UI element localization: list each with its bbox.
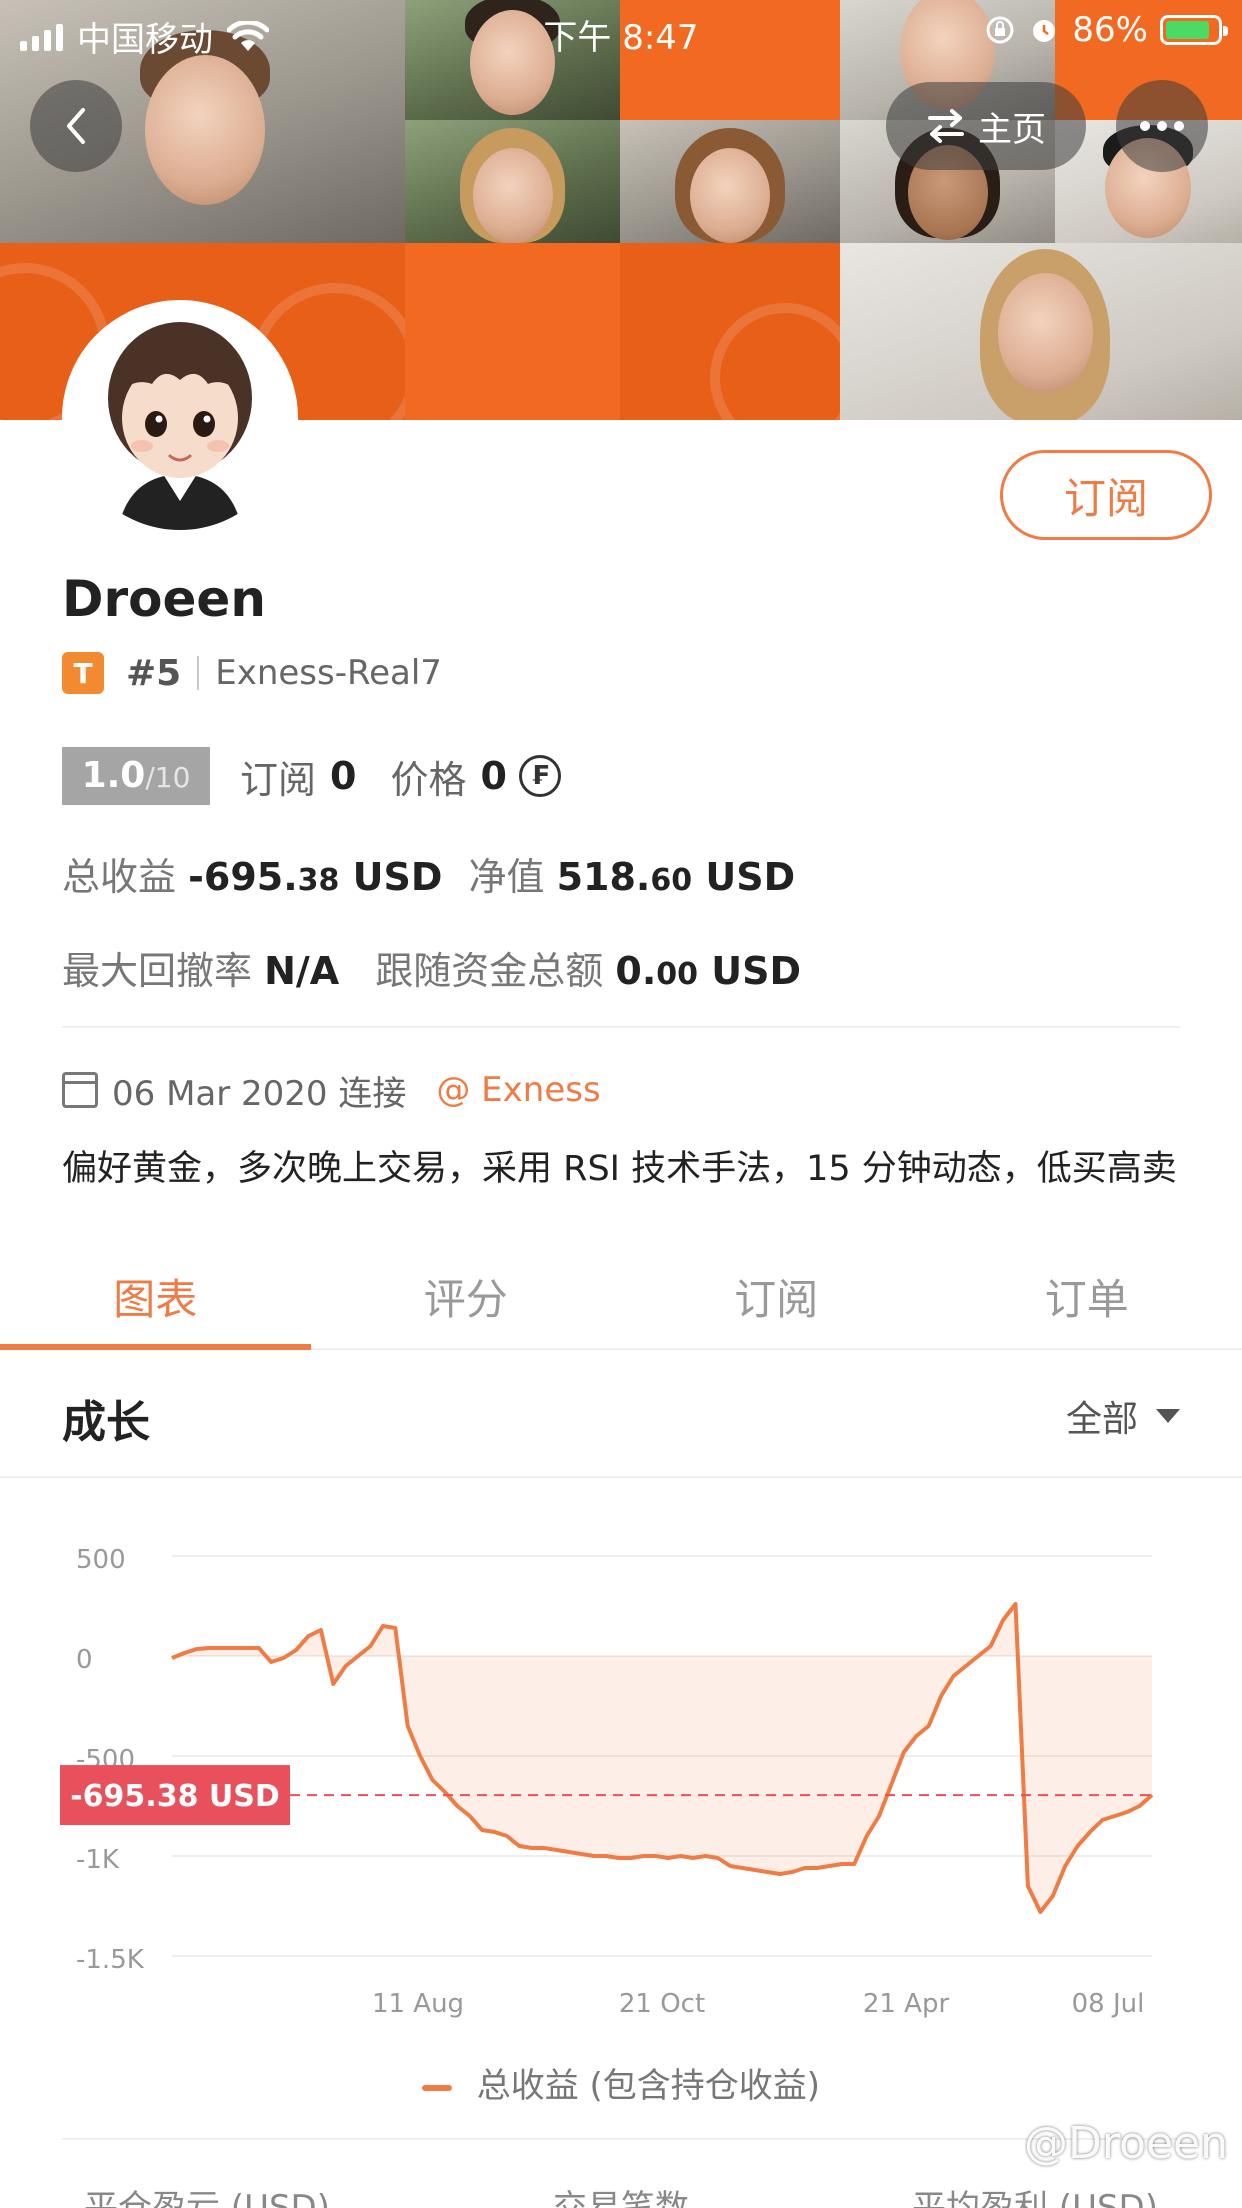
subscribers-value: 0	[330, 754, 357, 798]
homepage-label: 主页	[978, 109, 1046, 150]
equity-label: 净值	[468, 855, 545, 899]
score-value: 1.0	[81, 755, 146, 796]
connect-row: 06 Mar 2020 连接 @ Exness	[62, 1066, 601, 1114]
y-tick-label: -1K	[76, 1845, 120, 1875]
divider	[62, 1026, 1180, 1028]
current-value-label: -695.38 USD	[70, 1779, 280, 1814]
follow-funds-label: 跟随资金总额	[375, 949, 604, 993]
banner-photo	[405, 120, 620, 243]
chevron-down-icon	[1156, 1409, 1180, 1423]
calendar-icon	[62, 1072, 98, 1108]
max-drawdown-value: N/A	[264, 949, 340, 993]
battery-percent: 86%	[1072, 10, 1148, 50]
y-tick-label: 0	[76, 1645, 93, 1675]
more-dots-icon	[1140, 121, 1184, 131]
price-value: 0	[480, 754, 507, 798]
price-label: 价格	[390, 757, 467, 802]
more-button[interactable]	[1116, 80, 1208, 172]
rank-row: T #5 Exness-Real7	[62, 650, 442, 696]
swap-arrows-icon	[928, 109, 964, 143]
banner-tile	[620, 243, 860, 420]
coin-icon: ₣	[518, 755, 561, 797]
follow-funds-value: 0.00 USD	[615, 949, 802, 993]
y-tick-label: 500	[76, 1545, 126, 1575]
subscribe-button[interactable]: 订阅	[1000, 450, 1212, 540]
score-max: /10	[145, 761, 191, 794]
chart-legend: 总收益 (包含持仓收益)	[0, 2058, 1242, 2107]
avatar[interactable]	[62, 300, 298, 536]
profit-row: 总收益 -695.38 USD 净值 518.60 USD	[62, 846, 795, 901]
bottom-stats: 平仓盈亏 (USD) 交易笔数 平均盈利 (USD)	[0, 2180, 1242, 2208]
legend-swatch	[421, 2084, 452, 2091]
x-tick-label: 11 Aug	[372, 1989, 464, 2019]
banner-photo	[620, 120, 840, 243]
connected-date: 06 Mar 2020 连接	[112, 1073, 407, 1114]
rank: #5	[126, 652, 182, 694]
x-tick-label: 08 Jul	[1072, 1989, 1145, 2019]
closed-pnl-label: 平仓盈亏 (USD)	[84, 2188, 330, 2208]
divider	[197, 656, 200, 690]
homepage-button[interactable]: 主页	[886, 82, 1086, 170]
growth-chart-svg: 5000-500-1K-1.5K11 Aug 21 Oct 21 Apr 08 Jul…	[60, 1545, 1154, 2019]
x-tick-label: 21 Oct	[619, 1989, 705, 2019]
back-button[interactable]	[30, 80, 122, 172]
subscribers-label: 订阅	[240, 757, 317, 802]
score-badge: 1.0/10	[62, 747, 210, 805]
tab-chart[interactable]: 图表	[0, 1246, 311, 1350]
section-title: 成长	[62, 1397, 150, 1448]
banner-tile	[405, 243, 620, 420]
y-tick-label: -1.5K	[76, 1945, 145, 1975]
drawdown-row: 最大回撤率 N/A 跟随资金总额 0.00 USD	[62, 940, 801, 995]
trader-type-badge: T	[62, 652, 104, 694]
total-profit-label: 总收益	[62, 855, 177, 899]
score-row: 1.0/10 订阅 0 价格 0 ₣	[62, 746, 561, 806]
avg-profit-label: 平均盈利 (USD)	[912, 2188, 1158, 2208]
account-name: Exness-Real7	[215, 653, 442, 693]
x-tick-label: 21 Apr	[863, 1989, 950, 2019]
status-bar: 中国移动 下午 8:47 86%	[0, 0, 1242, 62]
strategy-description: 偏好黄金，多次晚上交易，采用 RSI 技术手法，15 分钟动态，低买高卖	[62, 1149, 1177, 1189]
watermark: @Droeen	[1024, 2118, 1228, 2169]
tab-orders[interactable]: 订单	[932, 1246, 1242, 1348]
broker-link[interactable]: @ Exness	[436, 1070, 600, 1110]
growth-chart: 500 0 -500 -1K -1.5K 11 Aug 21 Oct 21 Apr 08 Jul…	[0, 1500, 1242, 2060]
tab-bar: 图表 评分 订阅 订单	[0, 1246, 1242, 1350]
avatar-illustration	[68, 306, 292, 530]
total-profit-value: -695.38 USD	[188, 855, 443, 899]
period-filter-label: 全部	[1065, 1399, 1138, 1440]
banner-photo	[840, 243, 1242, 420]
equity-value: 518.60 USD	[556, 855, 796, 899]
series-area	[172, 1604, 1152, 1912]
tab-rating[interactable]: 评分	[311, 1246, 622, 1348]
trade-count-label: 交易笔数	[553, 2188, 689, 2208]
max-drawdown-label: 最大回撤率	[62, 949, 253, 993]
trader-name: Droeen	[62, 570, 266, 628]
growth-header: 成长 全部	[0, 1350, 1242, 1478]
tab-subscribe[interactable]: 订阅	[621, 1246, 932, 1348]
rotation-lock-icon	[986, 16, 1014, 44]
alarm-icon	[1033, 20, 1056, 42]
legend-label: 总收益 (包含持仓收益)	[476, 2066, 821, 2106]
period-filter[interactable]: 全部	[1066, 1390, 1180, 1442]
chevron-left-icon	[67, 108, 85, 144]
battery-icon	[1160, 15, 1228, 45]
divider	[62, 2138, 1180, 2140]
